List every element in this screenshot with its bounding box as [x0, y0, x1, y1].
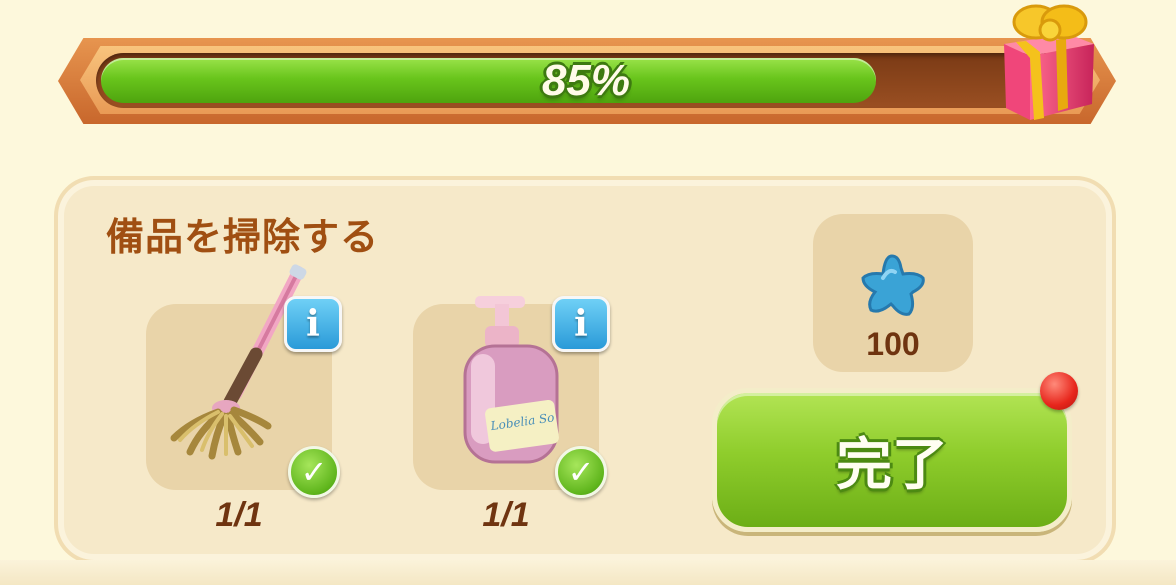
progress-percent-label: 85% — [541, 55, 631, 105]
notification-dot — [1040, 372, 1078, 410]
info-icon-soap[interactable]: i — [552, 296, 610, 352]
info-icon-mop[interactable]: i — [284, 296, 342, 352]
check-icon-soap: ✓ — [555, 446, 607, 498]
item-count-soap: 1/1 — [482, 496, 530, 534]
complete-button[interactable]: 完了 — [712, 388, 1072, 532]
item-count-mop: 1/1 — [215, 496, 263, 534]
check-icon-mop: ✓ — [288, 446, 340, 498]
blue-star-icon — [861, 254, 925, 316]
gift-box-icon[interactable] — [996, 0, 1100, 124]
soap-bottle-icon: Lobelia So — [463, 296, 559, 464]
reward-amount: 100 — [866, 326, 920, 362]
bottom-edge — [0, 560, 1176, 585]
mop-icon — [170, 264, 307, 460]
quest-title: 備品を掃除する — [106, 215, 380, 259]
